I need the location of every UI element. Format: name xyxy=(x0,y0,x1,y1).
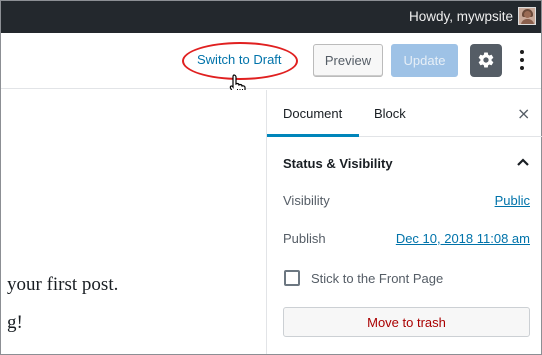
tab-block[interactable]: Block xyxy=(374,106,406,121)
vertical-ellipsis-icon[interactable] xyxy=(517,50,527,72)
content-paragraph[interactable]: your first post. xyxy=(7,274,118,296)
settings-sidebar: Document Block × Status & Visibility Vis… xyxy=(266,90,542,354)
content-paragraph[interactable]: g! xyxy=(7,312,23,334)
admin-bar: Howdy, mywpsite xyxy=(1,1,541,33)
editor-header: Switch to Draft Preview Update xyxy=(1,33,541,96)
sticky-checkbox[interactable] xyxy=(284,270,300,286)
active-tab-indicator xyxy=(267,134,359,137)
chevron-up-icon[interactable] xyxy=(515,154,531,170)
tab-document[interactable]: Document xyxy=(283,106,342,121)
publish-date-link[interactable]: Dec 10, 2018 11:08 am xyxy=(396,231,530,246)
move-to-trash-button[interactable]: Move to trash xyxy=(283,307,530,337)
close-icon[interactable]: × xyxy=(517,106,530,122)
avatar-body xyxy=(521,19,534,24)
visibility-label: Visibility xyxy=(283,193,330,208)
howdy-greeting[interactable]: Howdy, mywpsite xyxy=(409,9,513,24)
post-content[interactable]: your first post. g! xyxy=(1,90,265,354)
avatar-head xyxy=(524,11,531,18)
sidebar-tabs: Document Block × xyxy=(267,90,542,137)
preview-button[interactable]: Preview xyxy=(313,44,383,77)
update-button[interactable]: Update xyxy=(391,44,458,77)
avatar[interactable] xyxy=(518,7,536,25)
visibility-link[interactable]: Public xyxy=(495,193,530,208)
sticky-checkbox-label[interactable]: Stick to the Front Page xyxy=(311,271,443,286)
gear-icon xyxy=(478,52,494,68)
panel-title[interactable]: Status & Visibility xyxy=(283,156,393,171)
publish-label: Publish xyxy=(283,231,326,246)
settings-button[interactable] xyxy=(470,44,502,77)
switch-to-draft-button[interactable]: Switch to Draft xyxy=(197,52,282,67)
